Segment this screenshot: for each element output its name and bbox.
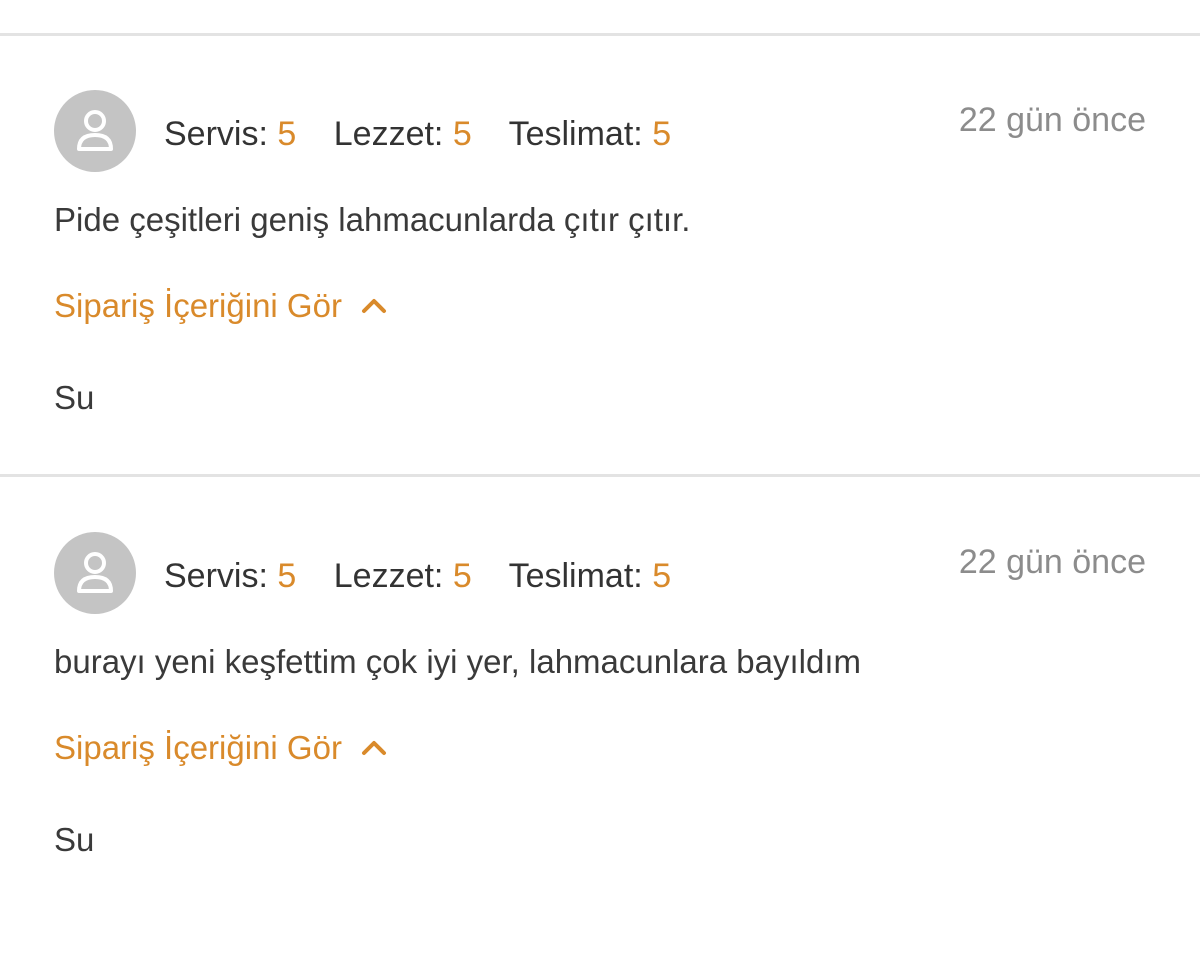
chevron-up-icon: [362, 741, 387, 756]
order-content-item: Su: [54, 821, 95, 858]
order-content-toggle[interactable]: Sipariş İçeriğini Gör: [54, 286, 387, 326]
rating-label: Teslimat:: [508, 557, 643, 595]
review-comment: Pide çeşitleri geniş lahmacunlarda çıtır…: [54, 201, 691, 238]
rating-value: 5: [452, 557, 472, 595]
rating-value: 5: [652, 557, 672, 595]
user-icon: [77, 110, 113, 151]
divider-top: [0, 33, 1200, 36]
user-icon: [77, 552, 113, 593]
rating-label: Teslimat:: [508, 115, 643, 153]
rating-delivery: Teslimat: 5: [509, 115, 672, 153]
chevron-up-icon: [362, 299, 387, 314]
rating-label: Servis:: [164, 115, 268, 153]
avatar: [54, 532, 136, 614]
rating-value: 5: [452, 115, 472, 153]
rating-value: 5: [652, 115, 672, 153]
order-content-item: Su: [54, 379, 95, 416]
review-date: 22 gün önce: [958, 543, 1146, 581]
avatar: [54, 90, 136, 172]
review-comment: burayı yeni keşfettim çok iyi yer, lahma…: [54, 643, 862, 680]
review-card: Servis: 5 Lezzet: 5 Teslimat: 5 22 gün ö…: [0, 532, 1200, 972]
divider: [0, 474, 1200, 477]
order-content-toggle[interactable]: Sipariş İçeriğini Gör: [54, 728, 387, 768]
rating-label: Lezzet:: [333, 557, 444, 595]
rating-delivery: Teslimat: 5: [509, 557, 672, 595]
review-card: Servis: 5 Lezzet: 5 Teslimat: 5 22 gün ö…: [0, 90, 1200, 530]
ratings-row: Servis: 5 Lezzet: 5 Teslimat: 5: [164, 114, 671, 154]
ratings-row: Servis: 5 Lezzet: 5 Teslimat: 5: [164, 556, 671, 596]
review-date: 22 gün önce: [958, 101, 1146, 139]
order-toggle-label: Sipariş İçeriğini Gör: [54, 287, 342, 324]
rating-service: Servis: 5: [164, 557, 296, 595]
rating-label: Lezzet:: [333, 115, 444, 153]
rating-service: Servis: 5: [164, 115, 296, 153]
rating-value: 5: [277, 557, 297, 595]
rating-taste: Lezzet: 5: [334, 115, 472, 153]
rating-label: Servis:: [164, 557, 268, 595]
rating-taste: Lezzet: 5: [334, 557, 472, 595]
rating-value: 5: [277, 115, 297, 153]
order-toggle-label: Sipariş İçeriğini Gör: [54, 729, 342, 766]
